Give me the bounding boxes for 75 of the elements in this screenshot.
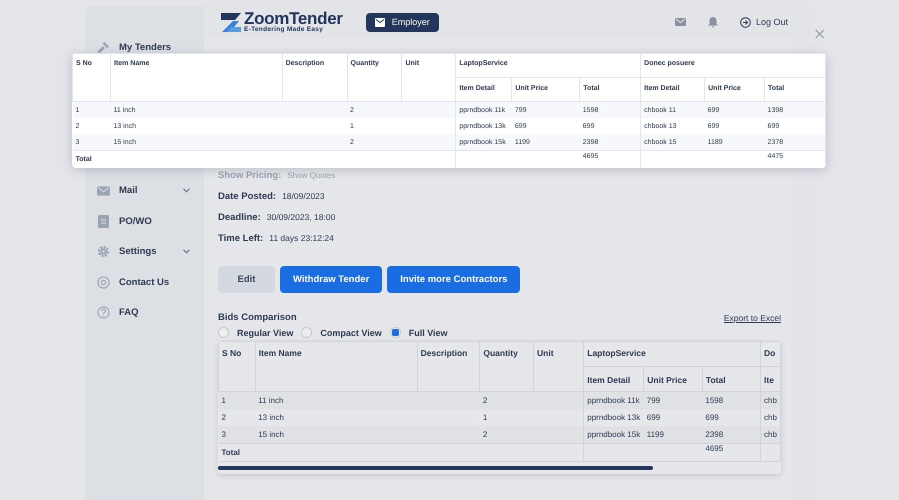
action-button[interactable]: Withdraw Tender	[280, 266, 382, 293]
role-button[interactable]: Employer	[366, 12, 439, 32]
detail-label: Time Left:	[218, 233, 264, 244]
table-cell: 699	[705, 413, 719, 422]
table-cell: 1199	[646, 430, 664, 439]
table-cell: 2	[482, 430, 488, 439]
table-cell: pprndbook 15k	[587, 430, 640, 439]
chevron-icon	[183, 249, 190, 254]
sidebar-item[interactable]: PO/WO	[85, 206, 204, 236]
mail-icon	[96, 186, 110, 196]
export-link[interactable]: Export to Excel	[724, 312, 781, 322]
table-cell: 2	[482, 396, 488, 405]
view-option[interactable]: Compact View	[301, 327, 382, 338]
column-header: Quantity	[483, 348, 518, 358]
edit-button[interactable]: Edit	[218, 266, 275, 293]
table-cell: chb	[764, 396, 777, 405]
table-cell: 1	[482, 413, 488, 422]
sidebar-item[interactable]: Mail	[85, 176, 204, 206]
vendor-header: Do	[764, 348, 776, 358]
table-cell: chb	[764, 430, 777, 439]
table-cell: 2398	[705, 430, 724, 439]
total-label: Total	[222, 448, 240, 457]
table-cell: 699	[646, 413, 660, 422]
detail-value: 11 days 23:12:24	[269, 233, 334, 243]
detail-label: Date Posted:	[218, 191, 276, 202]
hammer-icon	[96, 40, 110, 54]
table-cell: 11 inch	[258, 396, 284, 405]
sidebar-item[interactable]: Contact Us	[85, 267, 204, 298]
table-cell: 1598	[705, 396, 724, 405]
table-cell: 3	[222, 430, 226, 439]
sidebar-item[interactable]: FAQ	[85, 298, 204, 328]
table-cell: 2	[222, 413, 226, 422]
column-header: Item Detail	[587, 375, 630, 385]
table-cell: 799	[646, 396, 660, 405]
table-cell: pprndbook 11k	[587, 396, 640, 405]
sidebar-item[interactable]: Settings	[85, 236, 204, 267]
mail-icon	[374, 18, 385, 26]
vendor-header: LaptopService	[587, 348, 646, 358]
logo-name: ZoomTender	[244, 10, 343, 28]
detail-value: 30/09/2023, 18:00	[266, 212, 336, 222]
view-option[interactable]: Full View	[390, 327, 448, 338]
scrollbar[interactable]	[218, 466, 653, 470]
bell-icon[interactable]	[708, 16, 718, 28]
view-option[interactable]: Regular View	[218, 327, 294, 338]
action-button[interactable]: Invite more Contractors	[387, 266, 520, 293]
table-cell: pprndbook 13k	[587, 413, 640, 422]
detail-label: Show Pricing:	[218, 170, 282, 181]
column-header: Unit	[537, 348, 554, 358]
logout-button[interactable]: Log Out	[740, 16, 788, 28]
column-header: S No	[222, 348, 242, 358]
mail-icon[interactable]	[674, 18, 686, 26]
chevron-icon	[183, 188, 190, 194]
detail-value: 18/09/2023	[282, 191, 325, 201]
column-header: Description	[420, 348, 468, 358]
settings-icon	[96, 245, 110, 258]
table-cell: 15 inch	[258, 430, 284, 439]
table-cell: 1	[222, 396, 226, 405]
radio-button[interactable]	[218, 327, 229, 338]
column-header: Item Name	[258, 348, 302, 358]
total-cell: 4695	[705, 444, 724, 453]
document-icon	[98, 214, 108, 228]
column-header: Total	[706, 375, 726, 385]
section-title: Bids Comparison	[218, 312, 297, 323]
column-header: Ite	[764, 375, 774, 385]
radio-button[interactable]	[301, 327, 312, 338]
help-icon	[96, 306, 110, 320]
logo-icon	[221, 12, 241, 32]
radio-button[interactable]	[390, 327, 401, 338]
logout-icon	[740, 16, 751, 28]
table-cell: chb	[764, 413, 777, 422]
table-cell: 13 inch	[258, 413, 284, 422]
detail-value: Show Quotes	[287, 171, 336, 180]
detail-label: Deadline:	[218, 212, 261, 223]
column-header: Unit Price	[647, 375, 687, 385]
at-sign-icon	[96, 276, 110, 289]
